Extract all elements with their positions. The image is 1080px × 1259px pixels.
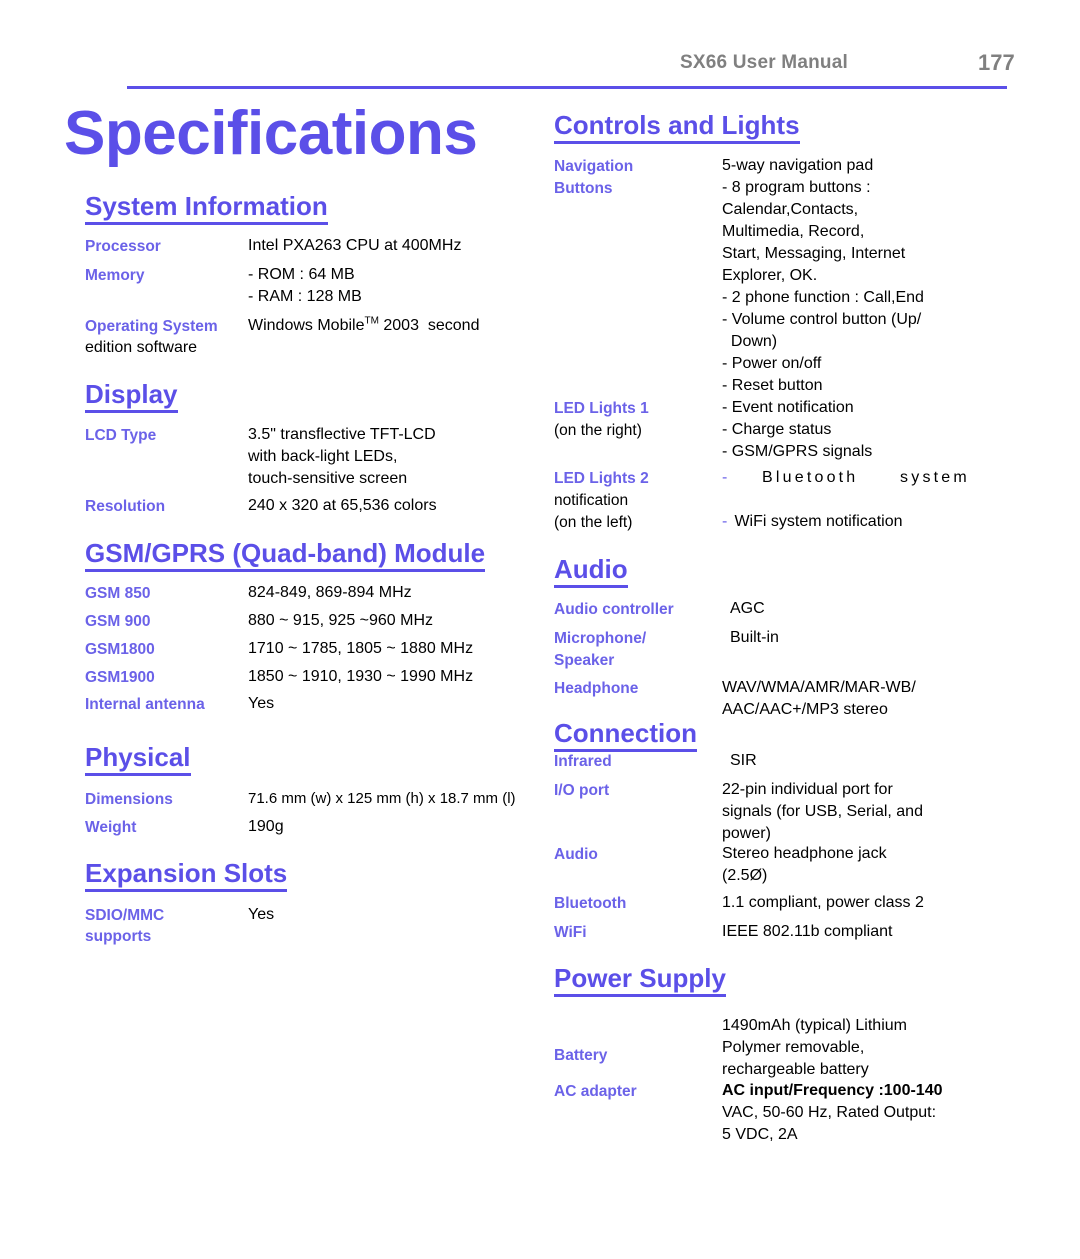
value-navigation-line-10: - Power on/off [722, 355, 822, 372]
value-navigation-line-8: - Volume control button (Up/ [722, 311, 922, 328]
value-headphone-line-1: WAV/WMA/AMR/MAR-WB/ [722, 679, 916, 696]
value-ac-adapter-line-2-rest: , 50-60 Hz, Rated Output: [753, 1104, 937, 1121]
value-audio-controller: AGC [730, 600, 765, 617]
value-led-lights-2-bluetooth: Bluetooth system [762, 469, 970, 486]
value-bluetooth: 1.1 compliant, power class 2 [722, 894, 924, 911]
value-connection-audio-line-2: (2.5Ø) [722, 867, 768, 884]
value-navigation-line-1: 5-way navigation pad [722, 157, 874, 174]
section-heading-controls-and-lights: Controls and Lights [554, 110, 800, 144]
value-battery-line-1: 1490mAh (typical) Lithium [722, 1017, 907, 1034]
value-navigation-line-11: - Reset button [722, 377, 823, 394]
label-led-lights-2-notification: notification [554, 492, 629, 509]
label-microphone: Microphone/ [554, 630, 647, 647]
value-ac-adapter-line-3: 5 VDC, 2A [722, 1126, 798, 1143]
label-bluetooth: Bluetooth [554, 895, 627, 912]
value-led-lights-1-line-3: - GSM/GPRS signals [722, 443, 873, 460]
value-navigation-line-2: - 8 program buttons : [722, 179, 871, 196]
value-wifi: IEEE 802.11b compliant [722, 923, 893, 940]
value-navigation-line-5: Start, Messaging, Internet [722, 245, 906, 262]
value-io-port-line-1: 22-pin individual port for [722, 781, 893, 798]
value-led-lights-1-line-2: - Charge status [722, 421, 832, 438]
label-led-lights-2: LED Lights 2 [554, 470, 649, 487]
value-io-port-line-3: power) [722, 825, 771, 842]
section-heading-power-supply: Power Supply [554, 963, 726, 997]
label-ac-adapter: AC adapter [554, 1083, 637, 1100]
value-navigation-line-4: Multimedia, Record, [722, 223, 865, 240]
label-battery: Battery [554, 1047, 608, 1064]
label-led-lights-1-position: (on the right) [554, 422, 642, 439]
value-navigation-line-6: Explorer, OK. [722, 267, 818, 284]
label-led-lights-2-position: (on the left) [554, 514, 633, 531]
value-ac-adapter-vac: VAC [722, 1104, 754, 1121]
value-ac-adapter-line-2: VAC, 50-60 Hz, Rated Output: [722, 1102, 936, 1124]
label-headphone: Headphone [554, 680, 639, 697]
value-battery-line-3: rechargeable battery [722, 1061, 869, 1078]
label-io-port: I/O port [554, 782, 610, 799]
label-audio-controller: Audio controller [554, 601, 674, 618]
value-microphone-speaker: Built-in [730, 629, 779, 646]
value-battery-line-2: Polymer removable, [722, 1039, 865, 1056]
section-heading-connection: Connection [554, 718, 697, 752]
value-led-lights-2-wifi: WiFi system notification [730, 513, 903, 530]
label-led-lights-1: LED Lights 1 [554, 400, 649, 417]
label-navigation: Navigation [554, 158, 634, 175]
value-io-port-line-2: signals (for USB, Serial, and [722, 803, 923, 820]
value-led-lights-2-wifi-dash: - [722, 513, 728, 530]
value-navigation-line-3: Calendar,Contacts, [722, 201, 859, 218]
label-wifi: WiFi [554, 924, 587, 941]
value-led-lights-1-line-1: - Event notification [722, 399, 854, 416]
value-headphone-line-2: AAC/AAC+/MP3 stereo [722, 701, 888, 718]
value-led-lights-2-bluetooth-dash: - [722, 469, 728, 486]
value-ac-adapter-line-1: AC input/Frequency :100-140 [722, 1082, 943, 1099]
label-infrared: Infrared [554, 753, 612, 770]
value-navigation-line-9: Down) [722, 333, 778, 350]
label-navigation-buttons: Buttons [554, 180, 613, 197]
value-navigation-line-7: - 2 phone function : Call,End [722, 289, 924, 306]
value-connection-audio-line-1: Stereo headphone jack [722, 845, 887, 862]
section-heading-audio: Audio [554, 554, 628, 588]
label-connection-audio: Audio [554, 846, 598, 863]
right-column: Controls and Lights Navigation Buttons 5… [0, 0, 1080, 1259]
label-speaker: Speaker [554, 652, 615, 669]
value-infrared: SIR [730, 752, 757, 769]
